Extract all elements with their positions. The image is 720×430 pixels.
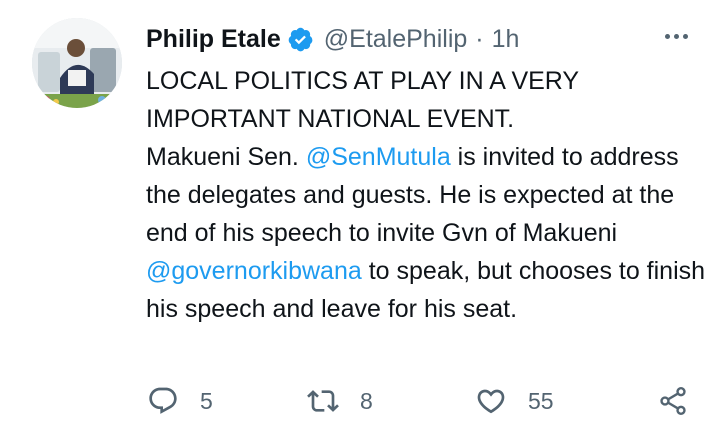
reply-button[interactable]: 5 <box>146 384 213 418</box>
action-bar: 5 8 55 <box>146 384 690 430</box>
reply-icon <box>146 384 180 418</box>
author-name[interactable]: Philip Etale <box>146 25 281 54</box>
verified-badge-icon <box>287 26 314 53</box>
like-button[interactable]: 55 <box>474 384 554 418</box>
share-button[interactable] <box>656 384 690 418</box>
tweet-line-2: IMPORTANT NATIONAL EVENT. <box>146 105 515 133</box>
tweet-timestamp[interactable]: 1h <box>492 25 520 54</box>
mention-link-senmutula[interactable]: @SenMutula <box>306 143 451 171</box>
tweet-paragraph: Makueni Sen. @SenMutula is invited to ad… <box>146 138 706 328</box>
retweet-count: 8 <box>360 387 373 414</box>
tweet-line-1: LOCAL POLITICS AT PLAY IN A VERY <box>146 67 580 95</box>
like-icon <box>474 384 508 418</box>
retweet-icon <box>306 384 340 418</box>
tweet-text-a: Makueni Sen. <box>146 143 306 171</box>
mention-link-governorkibwana[interactable]: @governorkibwana <box>146 257 362 285</box>
separator-dot: · <box>475 24 484 53</box>
retweet-button[interactable]: 8 <box>306 384 373 418</box>
tweet-card[interactable]: Philip Etale @EtalePhilip · 1h LOCAL POL… <box>0 0 720 428</box>
avatar-photo <box>32 18 122 108</box>
avatar[interactable] <box>32 18 122 108</box>
reply-count: 5 <box>200 387 213 414</box>
tweet-text: LOCAL POLITICS AT PLAY IN A VERY IMPORTA… <box>146 62 706 328</box>
author-handle[interactable]: @EtalePhilip <box>324 25 468 54</box>
share-icon <box>656 384 690 418</box>
tweet-header: Philip Etale @EtalePhilip · 1h <box>146 22 690 56</box>
more-options-icon[interactable] <box>661 26 688 44</box>
like-count: 55 <box>528 387 554 414</box>
